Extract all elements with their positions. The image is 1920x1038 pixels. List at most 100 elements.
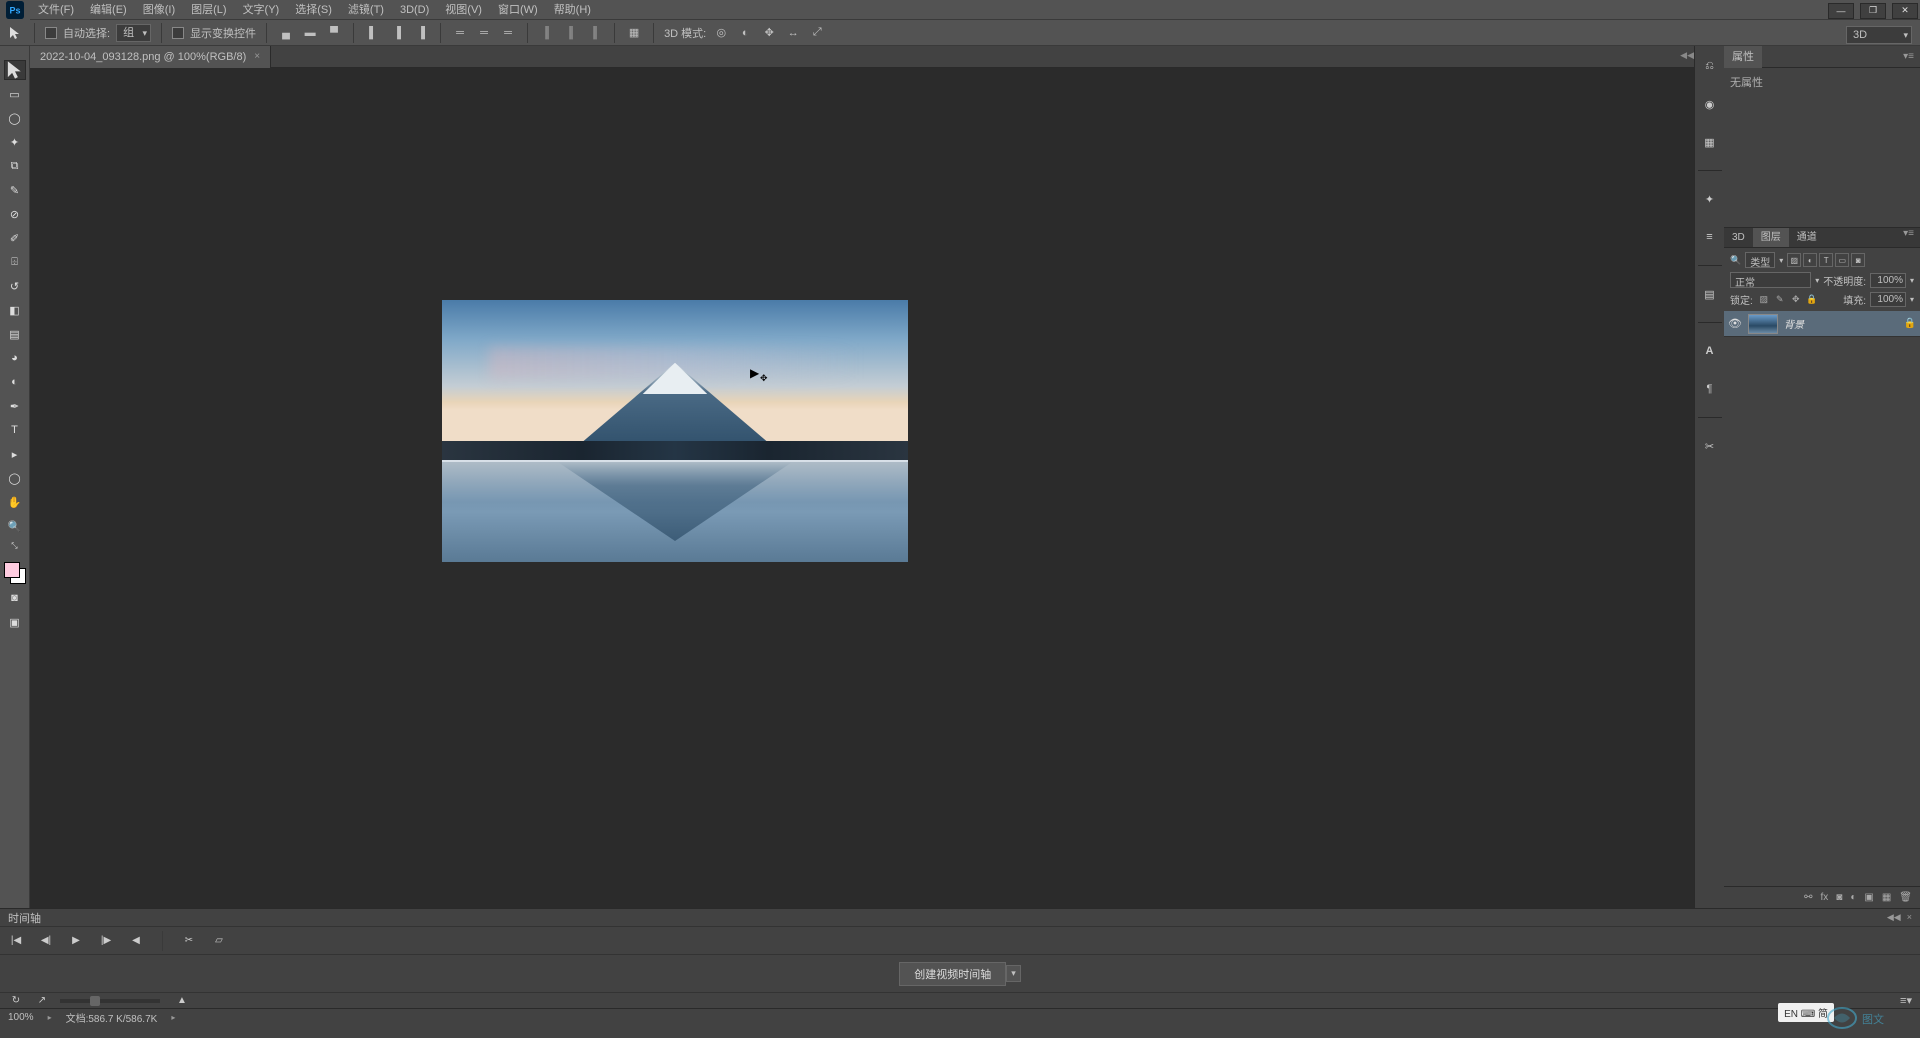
align-vcenter-icon[interactable]: ▬ bbox=[301, 24, 319, 42]
auto-select-dropdown[interactable]: 组 bbox=[116, 24, 151, 42]
quick-mask-tool[interactable]: ◙ bbox=[4, 588, 26, 608]
menu-layer[interactable]: 图层(L) bbox=[183, 0, 234, 20]
layer-group-icon[interactable]: ▣ bbox=[1864, 892, 1873, 903]
clone-stamp-tool[interactable]: ⌹ bbox=[4, 252, 26, 272]
lock-transparency-icon[interactable]: ▨ bbox=[1757, 293, 1771, 307]
glyphs-panel-icon[interactable]: ¶ bbox=[1699, 379, 1721, 399]
menu-help[interactable]: 帮助(H) bbox=[546, 0, 599, 20]
distribute-left-icon[interactable]: ║ bbox=[538, 24, 556, 42]
filter-shape-icon[interactable]: ▭ bbox=[1835, 253, 1849, 267]
window-close-button[interactable]: ✕ bbox=[1892, 3, 1918, 19]
history-brush-tool[interactable]: ↺ bbox=[4, 276, 26, 296]
timeline-render-icon[interactable]: ↗ bbox=[34, 993, 50, 1009]
filter-smart-icon[interactable]: ◙ bbox=[1851, 253, 1865, 267]
menu-image[interactable]: 图像(I) bbox=[135, 0, 183, 20]
window-maximize-button[interactable]: ❐ bbox=[1860, 3, 1886, 19]
layers-panel-menu-icon[interactable]: ▾≡ bbox=[1897, 228, 1920, 247]
shape-tool[interactable]: ◯ bbox=[4, 468, 26, 488]
3d-mode-dropdown[interactable]: 3D bbox=[1846, 26, 1912, 44]
document-tab[interactable]: 2022-10-04_093128.png @ 100%(RGB/8) × bbox=[30, 46, 271, 68]
timeline-play-icon[interactable]: ▶ bbox=[68, 933, 84, 949]
align-left-icon[interactable]: ▌ bbox=[364, 24, 382, 42]
eyedropper-tool[interactable]: ✎ bbox=[4, 180, 26, 200]
distribute-top-icon[interactable]: ═ bbox=[451, 24, 469, 42]
layer-thumbnail[interactable] bbox=[1748, 314, 1778, 334]
filter-type-icon[interactable]: T bbox=[1819, 253, 1833, 267]
paragraph-panel-icon[interactable]: A bbox=[1699, 341, 1721, 361]
adjustments-panel-icon[interactable]: ✦ bbox=[1699, 189, 1721, 209]
blend-mode-dropdown[interactable]: 正常 bbox=[1730, 272, 1811, 288]
zoom-level[interactable]: 100% bbox=[8, 1012, 34, 1023]
gradient-tool[interactable]: ▤ bbox=[4, 324, 26, 344]
filter-adjust-icon[interactable]: ◐ bbox=[1803, 253, 1817, 267]
zoom-dropdown-icon[interactable]: ▸ bbox=[48, 1013, 52, 1022]
3d-pan-icon[interactable]: ✥ bbox=[760, 24, 778, 42]
swap-colors-icon[interactable]: ⤡ bbox=[4, 540, 26, 552]
distribute-bottom-icon[interactable]: ═ bbox=[499, 24, 517, 42]
distribute-right-icon[interactable]: ║ bbox=[586, 24, 604, 42]
active-tool-indicator[interactable] bbox=[6, 24, 24, 42]
dodge-tool[interactable]: ◐ bbox=[4, 372, 26, 392]
3d-orbit-icon[interactable]: ◎ bbox=[712, 24, 730, 42]
color-swatches[interactable] bbox=[4, 562, 26, 584]
menu-3d[interactable]: 3D(D) bbox=[392, 0, 437, 20]
show-transform-checkbox[interactable] bbox=[172, 27, 184, 39]
brush-presets-icon[interactable]: ✂ bbox=[1699, 436, 1721, 456]
layer-visibility-icon[interactable]: 👁 bbox=[1728, 317, 1742, 330]
lasso-tool[interactable]: ◯ bbox=[4, 108, 26, 128]
crop-tool[interactable]: ⧉ bbox=[4, 156, 26, 176]
align-right-icon[interactable]: ▐ bbox=[412, 24, 430, 42]
blur-tool[interactable]: ◕ bbox=[4, 348, 26, 368]
color-panel-icon[interactable]: ◉ bbox=[1699, 94, 1721, 114]
timeline-convert-icon[interactable]: ↻ bbox=[8, 993, 24, 1009]
layers-tab[interactable]: 图层 bbox=[1753, 228, 1789, 247]
healing-brush-tool[interactable]: ⊘ bbox=[4, 204, 26, 224]
magic-wand-tool[interactable]: ✦ bbox=[4, 132, 26, 152]
delete-layer-icon[interactable]: 🗑 bbox=[1899, 892, 1912, 903]
collapse-dock-icon[interactable]: ◀◀ bbox=[1680, 50, 1694, 61]
close-tab-icon[interactable]: × bbox=[254, 51, 260, 62]
swatches-panel-icon[interactable]: ▦ bbox=[1699, 132, 1721, 152]
3d-tab[interactable]: 3D bbox=[1724, 228, 1753, 247]
timeline-audio-icon[interactable]: ◀ bbox=[128, 933, 144, 949]
align-bottom-icon[interactable]: ▀ bbox=[325, 24, 343, 42]
canvas-viewport[interactable] bbox=[30, 68, 1694, 908]
timeline-split-icon[interactable]: ✂ bbox=[181, 933, 197, 949]
channels-tab[interactable]: 通道 bbox=[1789, 228, 1825, 247]
eraser-tool[interactable]: ◧ bbox=[4, 300, 26, 320]
menu-view[interactable]: 视图(V) bbox=[437, 0, 490, 20]
fill-input[interactable] bbox=[1870, 292, 1906, 307]
character-panel-icon[interactable]: ▤ bbox=[1699, 284, 1721, 304]
layer-row[interactable]: 👁 背景 🔒 bbox=[1724, 311, 1920, 337]
menu-type[interactable]: 文字(Y) bbox=[235, 0, 288, 20]
menu-filter[interactable]: 滤镜(T) bbox=[340, 0, 392, 20]
lock-pixels-icon[interactable]: ✎ bbox=[1773, 293, 1787, 307]
distribute-vcenter-icon[interactable]: ═ bbox=[475, 24, 493, 42]
auto-align-icon[interactable]: ▦ bbox=[625, 24, 643, 42]
panel-menu-icon[interactable]: ▾≡ bbox=[1897, 51, 1920, 62]
opacity-input[interactable] bbox=[1870, 273, 1906, 288]
layer-name[interactable]: 背景 bbox=[1784, 316, 1804, 331]
filter-pixel-icon[interactable]: ▨ bbox=[1787, 253, 1801, 267]
styles-panel-icon[interactable]: ≡ bbox=[1699, 227, 1721, 247]
zoom-tool[interactable]: 🔍 bbox=[4, 516, 26, 536]
timeline-collapse-icon[interactable]: ◀◀ bbox=[1887, 912, 1901, 923]
menu-window[interactable]: 窗口(W) bbox=[490, 0, 546, 20]
marquee-tool[interactable]: ▭ bbox=[4, 84, 26, 104]
properties-tab[interactable]: 属性 bbox=[1724, 46, 1762, 68]
timeline-next-frame-icon[interactable]: |▶ bbox=[98, 933, 114, 949]
lock-all-icon[interactable]: 🔒 bbox=[1805, 293, 1819, 307]
layer-style-icon[interactable]: fx bbox=[1821, 892, 1829, 903]
new-layer-icon[interactable]: ▦ bbox=[1882, 892, 1891, 903]
menu-file[interactable]: 文件(F) bbox=[30, 0, 82, 20]
align-hcenter-icon[interactable]: ▐ bbox=[388, 24, 406, 42]
doc-info-dropdown-icon[interactable]: ▸ bbox=[171, 1013, 175, 1022]
type-tool[interactable]: T bbox=[4, 420, 26, 440]
timeline-mountain-icon[interactable]: ▲ bbox=[174, 993, 190, 1009]
timeline-close-icon[interactable]: × bbox=[1907, 912, 1912, 923]
lock-position-icon[interactable]: ✥ bbox=[1789, 293, 1803, 307]
menu-select[interactable]: 选择(S) bbox=[287, 0, 340, 20]
timeline-transition-icon[interactable]: ▱ bbox=[211, 933, 227, 949]
adjustment-layer-icon[interactable]: ◐ bbox=[1850, 892, 1856, 903]
screen-mode-tool[interactable]: ▣ bbox=[4, 612, 26, 632]
